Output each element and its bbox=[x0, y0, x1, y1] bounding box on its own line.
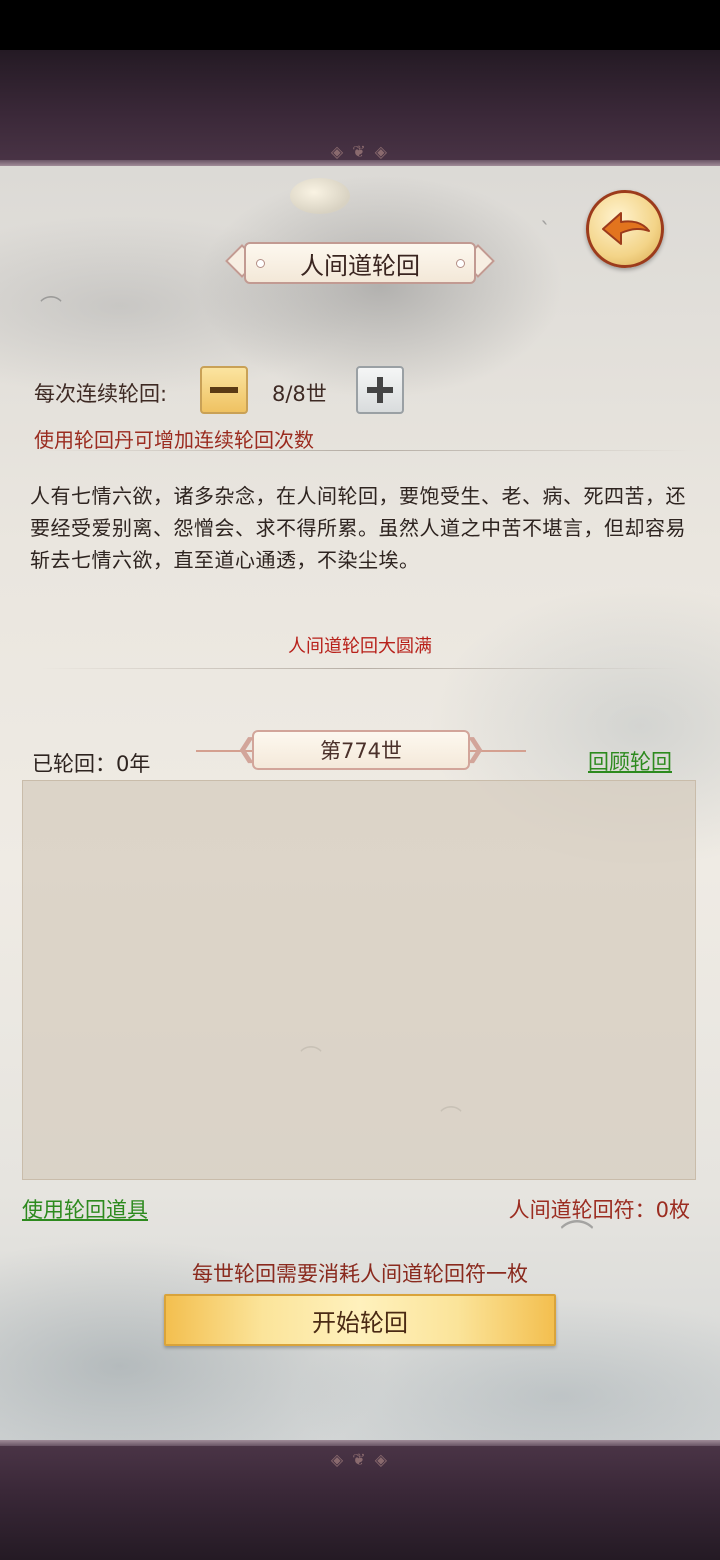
divider bbox=[40, 668, 680, 669]
completion-status: 人间道轮回大圆满 bbox=[288, 636, 432, 657]
use-item-link[interactable]: 使用轮回道具 bbox=[22, 1194, 148, 1224]
bird-decoration: ⌒ bbox=[40, 296, 63, 321]
talisman-count: 人间道轮回符：0枚 bbox=[508, 1198, 690, 1222]
title-plaque: 人间道轮回 bbox=[222, 240, 498, 290]
reincarnation-log bbox=[22, 780, 696, 1180]
top-ornament: ◈ ❦ ◈ bbox=[330, 141, 390, 161]
back-button[interactable] bbox=[586, 190, 664, 268]
pill-hint: 使用轮回丹可增加连续轮回次数 bbox=[34, 428, 314, 452]
cost-note: 每世轮回需要消耗人间道轮回符一枚 bbox=[192, 1262, 528, 1286]
reincarnated-years: 已轮回：0年 bbox=[32, 752, 151, 776]
divider bbox=[34, 450, 694, 451]
moon-decoration bbox=[290, 178, 350, 214]
generation-label: 第774世 bbox=[252, 730, 470, 770]
path-description: 人有七情六欲，诸多杂念，在人间轮回，要饱受生、老、病、死四苦，还要经受爱别离、怨… bbox=[30, 484, 686, 572]
increment-button[interactable] bbox=[356, 366, 404, 414]
bottom-ornament: ◈ ❦ ◈ bbox=[330, 1449, 390, 1469]
continuous-label: 每次连续轮回: bbox=[34, 382, 168, 406]
page-title: 人间道轮回 bbox=[244, 242, 476, 284]
plus-icon bbox=[367, 377, 393, 403]
status-bar bbox=[0, 0, 720, 50]
minus-icon bbox=[210, 387, 238, 393]
continuous-count: 8/8世 bbox=[272, 382, 327, 406]
plaque-dot bbox=[456, 259, 465, 268]
decrement-button[interactable] bbox=[200, 366, 248, 414]
bird-decoration: ˎ bbox=[540, 200, 551, 225]
review-link[interactable]: 回顾轮回 bbox=[588, 746, 672, 776]
start-reincarnation-button[interactable]: 开始轮回 bbox=[164, 1294, 556, 1346]
back-arrow-icon bbox=[602, 212, 650, 245]
generation-plaque: ❮ ❯ 第774世 bbox=[196, 728, 526, 774]
plaque-dot bbox=[256, 259, 265, 268]
